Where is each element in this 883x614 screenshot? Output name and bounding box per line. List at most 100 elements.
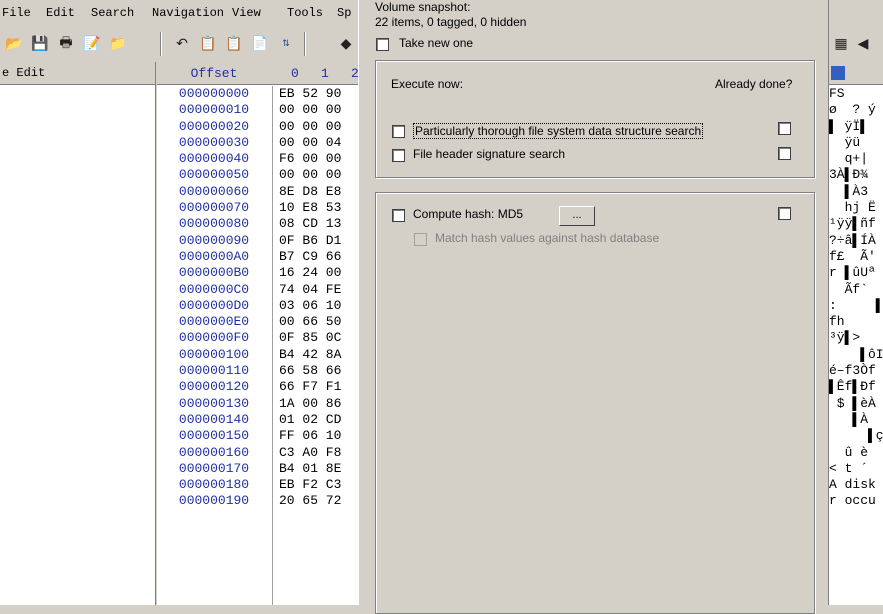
- hex-row[interactable]: 000000160 C3 A0 F8: [157, 445, 358, 461]
- ascii-row[interactable]: A disk: [829, 477, 883, 493]
- paste-icon[interactable]: 📋: [224, 34, 244, 54]
- hex-row[interactable]: 000000060 8E D8 E8: [157, 184, 358, 200]
- hex-bytes[interactable]: 74 04 FE: [279, 282, 358, 298]
- hex-bytes[interactable]: 00 00 00: [279, 119, 358, 135]
- hex-row[interactable]: 0000000F0 0F 85 0C: [157, 330, 358, 346]
- hex-bytes[interactable]: 03 06 10: [279, 298, 358, 314]
- paste-special-icon[interactable]: 📄: [250, 34, 270, 54]
- ascii-row[interactable]: ø ? ý: [829, 102, 883, 118]
- ascii-row[interactable]: ▌À3: [829, 184, 883, 200]
- ascii-row[interactable]: f£ Ã': [829, 249, 883, 265]
- hex-bytes[interactable]: EB 52 90: [279, 86, 358, 102]
- save-icon[interactable]: 💾: [30, 34, 50, 54]
- match-hash-checkbox[interactable]: [414, 233, 427, 246]
- ascii-row[interactable]: < t ´: [829, 461, 883, 477]
- hex-row[interactable]: 0000000B0 16 24 00: [157, 265, 358, 281]
- ascii-row[interactable]: fh: [829, 314, 883, 330]
- hex-row[interactable]: 000000150 FF 06 10: [157, 428, 358, 444]
- compute-hash-done-checkbox[interactable]: [778, 207, 791, 220]
- menu-tools[interactable]: Tools: [287, 6, 323, 20]
- hex-bytes[interactable]: 0F B6 D1: [279, 233, 358, 249]
- menu-navigation[interactable]: Navigation: [152, 6, 224, 20]
- hex-bytes[interactable]: 8E D8 E8: [279, 184, 358, 200]
- hex-row[interactable]: 000000070 10 E8 53: [157, 200, 358, 216]
- hex-row[interactable]: 000000120 66 F7 F1: [157, 379, 358, 395]
- hex-row[interactable]: 000000140 01 02 CD: [157, 412, 358, 428]
- hex-bytes[interactable]: 0F 85 0C: [279, 330, 358, 346]
- hex-row[interactable]: 000000000 EB 52 90: [157, 86, 358, 102]
- menu-edit[interactable]: Edit: [46, 6, 75, 20]
- hex-bytes[interactable]: 08 CD 13: [279, 216, 358, 232]
- ascii-row[interactable]: ?÷â▌ÍÀ: [829, 233, 883, 249]
- undo-icon[interactable]: ↶: [172, 34, 192, 54]
- hex-row[interactable]: 000000170 B4 01 8E: [157, 461, 358, 477]
- hex-row[interactable]: 000000180 EB F2 C3: [157, 477, 358, 493]
- compute-hash-checkbox[interactable]: [392, 209, 405, 222]
- ascii-row[interactable]: ▌À: [829, 412, 883, 428]
- hex-bytes[interactable]: 66 F7 F1: [279, 379, 358, 395]
- hex-row[interactable]: 000000100 B4 42 8A: [157, 347, 358, 363]
- open-disk-icon[interactable]: 📁: [108, 34, 128, 54]
- properties-icon[interactable]: 📝: [82, 34, 102, 54]
- ascii-row[interactable]: ▌ ÿÏ▌: [829, 119, 883, 135]
- ascii-row[interactable]: û è: [829, 445, 883, 461]
- ascii-row[interactable]: q+|: [829, 151, 883, 167]
- back-arrow-icon[interactable]: ◀: [853, 34, 873, 54]
- hex-row[interactable]: 000000020 00 00 00: [157, 119, 358, 135]
- thorough-search-checkbox[interactable]: [392, 125, 405, 138]
- thorough-search-label[interactable]: Particularly thorough file system data s…: [413, 123, 704, 139]
- ascii-row[interactable]: ▌ôI: [829, 347, 883, 363]
- hex-bytes[interactable]: 01 02 CD: [279, 412, 358, 428]
- hex-bytes[interactable]: C3 A0 F8: [279, 445, 358, 461]
- ascii-row[interactable]: ▌ç: [829, 428, 883, 444]
- hex-row[interactable]: 000000030 00 00 04: [157, 135, 358, 151]
- ascii-row[interactable]: FS: [829, 86, 883, 102]
- ascii-row[interactable]: é–f3Òf: [829, 363, 883, 379]
- menu-file[interactable]: File: [2, 6, 31, 20]
- menu-view[interactable]: View: [232, 6, 261, 20]
- copy-icon[interactable]: 📋: [198, 34, 218, 54]
- hex-row[interactable]: 000000130 1A 00 86: [157, 396, 358, 412]
- hash-options-button[interactable]: ...: [559, 206, 595, 226]
- open-folder-icon[interactable]: 📂: [4, 34, 24, 54]
- hex-bytes[interactable]: 1A 00 86: [279, 396, 358, 412]
- take-new-checkbox[interactable]: [376, 38, 389, 51]
- ascii-row[interactable]: r occu: [829, 493, 883, 509]
- menu-search[interactable]: Search: [91, 6, 134, 20]
- take-new-label[interactable]: Take new one: [399, 36, 473, 50]
- thorough-search-done-checkbox[interactable]: [778, 122, 791, 135]
- hex-row[interactable]: 0000000E0 00 66 50: [157, 314, 358, 330]
- ascii-row[interactable]: 3À▌Ð¾: [829, 167, 883, 183]
- hex-editor-panel[interactable]: Offset 0 1 2 000000000 EB 52 90 000000010 0…: [157, 62, 359, 605]
- hex-row[interactable]: 000000110 66 58 66: [157, 363, 358, 379]
- hex-bytes[interactable]: F6 00 00: [279, 151, 358, 167]
- hex-bytes[interactable]: 20 65 72: [279, 493, 358, 509]
- hex-row[interactable]: 000000080 08 CD 13: [157, 216, 358, 232]
- hex-bytes[interactable]: EB F2 C3: [279, 477, 358, 493]
- hex-bytes[interactable]: 00 66 50: [279, 314, 358, 330]
- hex-row[interactable]: 000000090 0F B6 D1: [157, 233, 358, 249]
- hex-bytes[interactable]: 00 00 04: [279, 135, 358, 151]
- ascii-row[interactable]: Ãf`: [829, 282, 883, 298]
- hex-bytes[interactable]: FF 06 10: [279, 428, 358, 444]
- menu-specialist[interactable]: Sp: [337, 6, 351, 20]
- hex-bytes[interactable]: 10 E8 53: [279, 200, 358, 216]
- ascii-row[interactable]: ¹ÿÿ▌ñf: [829, 216, 883, 232]
- hex-row[interactable]: 0000000A0 B7 C9 66: [157, 249, 358, 265]
- hex-row[interactable]: 000000040 F6 00 00: [157, 151, 358, 167]
- hex-row[interactable]: 000000050 00 00 00: [157, 167, 358, 183]
- header-search-checkbox[interactable]: [392, 149, 405, 162]
- hex-bytes[interactable]: 00 00 00: [279, 102, 358, 118]
- ascii-row[interactable]: r ▌ûUª: [829, 265, 883, 281]
- hex-row[interactable]: 000000010 00 00 00: [157, 102, 358, 118]
- search-icon[interactable]: ◆: [336, 34, 356, 54]
- hex-bytes[interactable]: B4 01 8E: [279, 461, 358, 477]
- ascii-row[interactable]: ÿü: [829, 135, 883, 151]
- hex-bytes[interactable]: B7 C9 66: [279, 249, 358, 265]
- hex-row[interactable]: 0000000C0 74 04 FE: [157, 282, 358, 298]
- hex-bytes[interactable]: 66 58 66: [279, 363, 358, 379]
- ascii-row[interactable]: $ ▌èÀ: [829, 396, 883, 412]
- ascii-row[interactable]: ▌Êf▌Ðf: [829, 379, 883, 395]
- header-search-label[interactable]: File header signature search: [413, 147, 565, 161]
- ascii-row[interactable]: : ▌: [829, 298, 883, 314]
